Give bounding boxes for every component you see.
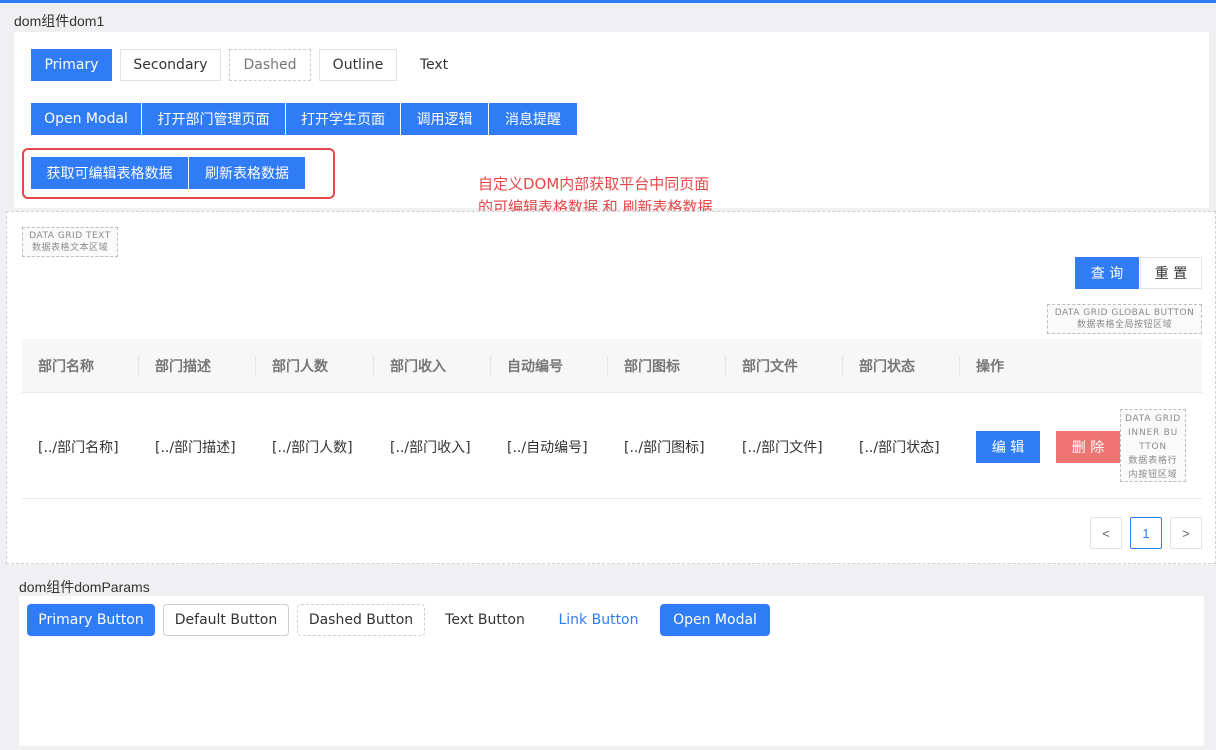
message-button[interactable]: 消息提醒 [489, 103, 577, 135]
column-header: 部门文件 [742, 359, 798, 375]
open-modal-button-2[interactable]: Open Modal [660, 604, 770, 636]
table-cell: [../部门人数] [272, 439, 353, 456]
column-header: 部门描述 [155, 359, 211, 375]
text-button-2[interactable]: Text Button [433, 604, 537, 636]
secondary-button[interactable]: Secondary [120, 49, 221, 81]
text-button[interactable]: Text [405, 49, 463, 81]
call-logic-button[interactable]: 调用逻辑 [401, 103, 488, 135]
table-cell: [../自动编号] [507, 439, 588, 456]
column-header: 部门状态 [859, 359, 915, 375]
column-header: 部门图标 [624, 359, 680, 375]
pagination-next-button[interactable]: > [1170, 517, 1202, 549]
table-cell: [../部门收入] [390, 439, 471, 456]
column-header: 操作 [976, 359, 1004, 375]
open-modal-button[interactable]: Open Modal [31, 103, 141, 135]
annotation-line1: 自定义DOM内部获取平台中同页面 [478, 175, 710, 193]
column-header: 部门人数 [272, 359, 328, 375]
link-button[interactable]: Link Button [545, 604, 652, 636]
edit-button[interactable]: 编 辑 [976, 431, 1040, 463]
data-table: 部门名称 部门描述 部门人数 部门收入 自动编号 部门图标 部门文件 部门状态 … [22, 339, 1202, 499]
datagrid-text-tag: DATA GRID TEXT 数据表格文本区域 [22, 227, 118, 257]
section1-title: dom组件dom1 [14, 13, 105, 29]
open-dept-page-button[interactable]: 打开部门管理页面 [142, 103, 285, 135]
default-button[interactable]: Default Button [163, 604, 289, 636]
section2-title: dom组件domParams [19, 579, 150, 595]
outline-button[interactable]: Outline [319, 49, 397, 81]
column-header: 部门收入 [390, 359, 446, 375]
table-cell: [../部门名称] [38, 439, 119, 456]
table-row: [../部门名称] [../部门描述] [../部门人数] [../部门收入] … [22, 394, 1202, 499]
dashed-button[interactable]: Dashed [229, 49, 311, 81]
datagrid-global-tag: DATA GRID GLOBAL BUTTON 数据表格全局按钮区域 [1047, 304, 1202, 334]
column-header: 部门名称 [38, 359, 94, 375]
column-header: 自动编号 [507, 359, 563, 375]
pagination-prev-button[interactable]: < [1090, 517, 1122, 549]
query-button[interactable]: 查 询 [1075, 257, 1139, 289]
table-cell: [../部门状态] [859, 439, 940, 456]
dashed-button-2[interactable]: Dashed Button [297, 604, 425, 636]
get-editable-data-button[interactable]: 获取可编辑表格数据 [31, 157, 188, 189]
table-cell: [../部门描述] [155, 439, 236, 456]
table-header: 部门名称 部门描述 部门人数 部门收入 自动编号 部门图标 部门文件 部门状态 … [22, 339, 1202, 393]
primary-button[interactable]: Primary [31, 49, 112, 81]
open-student-page-button[interactable]: 打开学生页面 [286, 103, 400, 135]
table-cell: [../部门图标] [624, 439, 705, 456]
delete-button[interactable]: 删 除 [1056, 431, 1120, 463]
datagrid-inner-tag: DATA GRID INNER BU TTON 数据表格行 内按钮区域 [1120, 409, 1186, 482]
refresh-table-button[interactable]: 刷新表格数据 [189, 157, 305, 189]
pagination-page-1[interactable]: 1 [1130, 517, 1162, 549]
table-cell: [../部门文件] [742, 439, 823, 456]
reset-button[interactable]: 重 置 [1140, 257, 1202, 289]
primary-button-2[interactable]: Primary Button [27, 604, 155, 636]
